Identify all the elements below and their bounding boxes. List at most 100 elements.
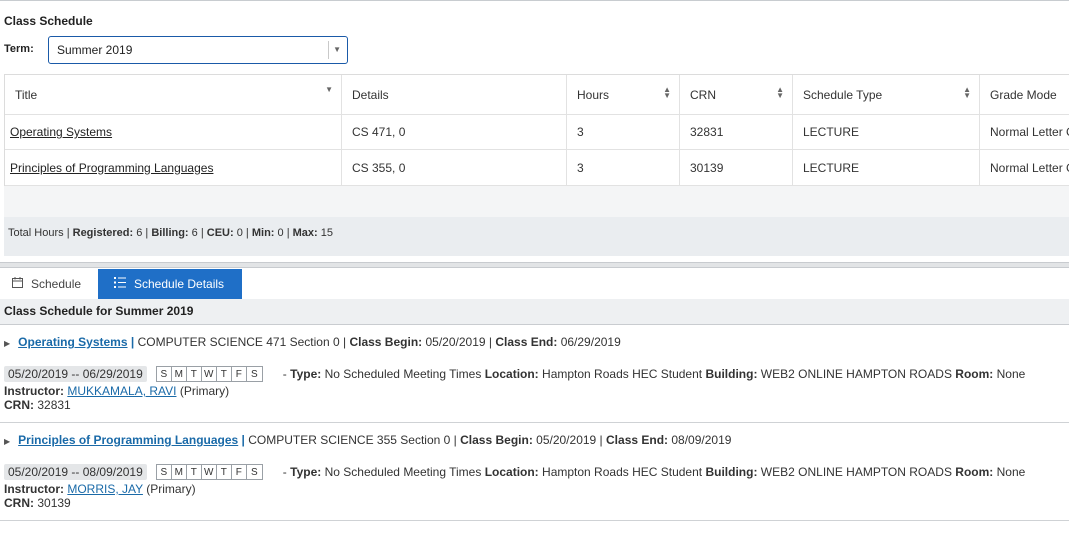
- building-label: Building:: [705, 465, 758, 479]
- pane-splitter[interactable]: [0, 262, 1069, 268]
- day-cell: T: [217, 367, 232, 381]
- billing-value: 6: [191, 227, 198, 239]
- type-value: No Scheduled Meeting Times: [324, 465, 482, 479]
- day-cell: T: [187, 465, 202, 479]
- top-divider: [0, 0, 1069, 1]
- totals-label: Total Hours: [8, 227, 64, 239]
- column-header-crn[interactable]: CRN ▲ ▼: [680, 75, 793, 114]
- expand-triangle-icon[interactable]: ▶: [4, 339, 10, 348]
- course-title-link[interactable]: Principles of Programming Languages: [10, 161, 213, 175]
- link-separator: |: [238, 433, 245, 447]
- type-value: No Scheduled Meeting Times: [324, 367, 482, 381]
- column-header-title[interactable]: Title ▼: [5, 75, 342, 114]
- instructor-label: Instructor:: [4, 482, 64, 496]
- schedule-table: Title ▼ Details Hours ▲ ▼ CRN ▲ ▼ Schedule…: [4, 74, 1069, 186]
- class-begin-label: Class Begin:: [460, 433, 533, 447]
- class-begin-value: 05/20/2019: [425, 335, 486, 349]
- day-grid: S M T W T F S: [155, 464, 263, 480]
- instructor-link[interactable]: MORRIS, JAY: [67, 482, 143, 496]
- location-value: Hampton Roads HEC Student: [542, 465, 703, 479]
- day-cell: S: [250, 368, 258, 380]
- class-end-label: Class End:: [606, 433, 669, 447]
- course-header: ▶ Operating Systems | COMPUTER SCIENCE 47…: [4, 335, 621, 349]
- tab-label: Schedule Details: [134, 277, 225, 291]
- page-title: Class Schedule: [4, 14, 93, 28]
- cell-schedule-type: LECTURE: [793, 115, 980, 149]
- min-label: Min:: [251, 227, 275, 239]
- registered-label: Registered:: [72, 227, 134, 239]
- max-value: 15: [320, 227, 333, 239]
- class-begin-label: Class Begin:: [349, 335, 423, 349]
- select-divider: [328, 41, 329, 59]
- cell-details: CS 471, 0: [342, 115, 567, 149]
- cell-grade-mode: Normal Letter G: [980, 115, 1069, 149]
- sort-icon[interactable]: ▲ ▼: [663, 86, 671, 100]
- building-value: WEB2 ONLINE HAMPTON ROADS: [760, 465, 952, 479]
- ceu-label: CEU:: [206, 227, 234, 239]
- course-header: ▶ Principles of Programming Languages | C…: [4, 433, 732, 447]
- table-empty-area: [4, 186, 1069, 217]
- crn-label: CRN:: [4, 398, 34, 412]
- meeting-info: - Type: No Scheduled Meeting Times Locat…: [282, 367, 1026, 381]
- column-header-label: Schedule Type: [803, 87, 883, 102]
- details-title: Class Schedule for Summer 2019: [4, 304, 194, 318]
- crn-value: 32831: [37, 398, 71, 412]
- cell-title: Principles of Programming Languages: [5, 150, 342, 185]
- course-title-link[interactable]: Operating Systems: [18, 335, 127, 349]
- instructor-link[interactable]: MUKKAMALA, RAVI: [67, 384, 176, 398]
- billing-label: Billing:: [151, 227, 189, 239]
- registered-value: 6: [136, 227, 143, 239]
- term-select[interactable]: Summer 2019 ▼: [48, 36, 348, 64]
- class-end-value: 08/09/2019: [671, 433, 732, 447]
- date-range: 05/20/2019 -- 06/29/2019: [4, 366, 147, 382]
- table-row: Operating Systems CS 471, 0 3 32831 LECT…: [5, 115, 1069, 150]
- cell-details: CS 355, 0: [342, 150, 567, 185]
- table-row: Principles of Programming Languages CS 3…: [5, 150, 1069, 186]
- building-value: WEB2 ONLINE HAMPTON ROADS: [760, 367, 952, 381]
- instructor-row: Instructor: MUKKAMALA, RAVI (Primary): [4, 384, 229, 398]
- chevron-down-icon[interactable]: ▼: [333, 45, 341, 54]
- sort-icon[interactable]: ▲ ▼: [776, 86, 784, 100]
- type-label: Type:: [290, 367, 322, 381]
- course-subject: COMPUTER SCIENCE 471 Section 0: [137, 335, 340, 349]
- cell-crn: 30139: [680, 150, 793, 185]
- location-label: Location:: [484, 465, 539, 479]
- tab-schedule-details[interactable]: Schedule Details: [98, 269, 242, 299]
- details-header-bar: Class Schedule for Summer 2019: [0, 299, 1069, 325]
- column-header-label: Hours: [577, 87, 610, 102]
- day-cell: S: [157, 367, 172, 381]
- instructor-row: Instructor: MORRIS, JAY (Primary): [4, 482, 196, 496]
- cell-title: Operating Systems: [5, 115, 342, 149]
- meeting-row: 05/20/2019 -- 06/29/2019 S M T W T F S -…: [4, 366, 1025, 382]
- column-header-label: CRN: [690, 87, 716, 102]
- day-grid: S M T W T F S: [155, 366, 263, 382]
- class-end-value: 06/29/2019: [560, 335, 621, 349]
- column-header-grade-mode: Grade Mode: [980, 75, 1069, 114]
- course-detail: ▶ Operating Systems | COMPUTER SCIENCE 47…: [0, 325, 1069, 423]
- course-detail: ▶ Principles of Programming Languages | C…: [0, 423, 1069, 521]
- column-header-label: Grade Mode: [990, 87, 1057, 102]
- expand-triangle-icon[interactable]: ▶: [4, 437, 10, 446]
- tab-label: Schedule: [31, 277, 82, 291]
- instructor-label: Instructor:: [4, 384, 64, 398]
- building-label: Building:: [705, 367, 758, 381]
- calendar-icon: [12, 277, 23, 291]
- day-cell: M: [172, 465, 187, 479]
- crn-row: CRN: 30139: [4, 496, 71, 510]
- instructor-role: (Primary): [179, 384, 230, 398]
- tab-schedule[interactable]: Schedule: [0, 269, 98, 299]
- sort-icon[interactable]: ▲ ▼: [963, 86, 971, 100]
- sort-desc-icon[interactable]: ▼: [325, 86, 333, 94]
- day-cell: T: [217, 465, 232, 479]
- min-value: 0: [277, 227, 284, 239]
- day-cell: M: [172, 367, 187, 381]
- cell-crn: 32831: [680, 115, 793, 149]
- course-title-link[interactable]: Principles of Programming Languages: [18, 433, 238, 447]
- column-header-label: Details: [352, 87, 389, 102]
- cell-grade-mode: Normal Letter G: [980, 150, 1069, 185]
- column-header-hours[interactable]: Hours ▲ ▼: [567, 75, 680, 114]
- course-title-link[interactable]: Operating Systems: [10, 125, 112, 139]
- list-icon: [114, 277, 126, 291]
- column-header-schedule-type[interactable]: Schedule Type ▲ ▼: [793, 75, 980, 114]
- crn-value: 30139: [37, 496, 71, 510]
